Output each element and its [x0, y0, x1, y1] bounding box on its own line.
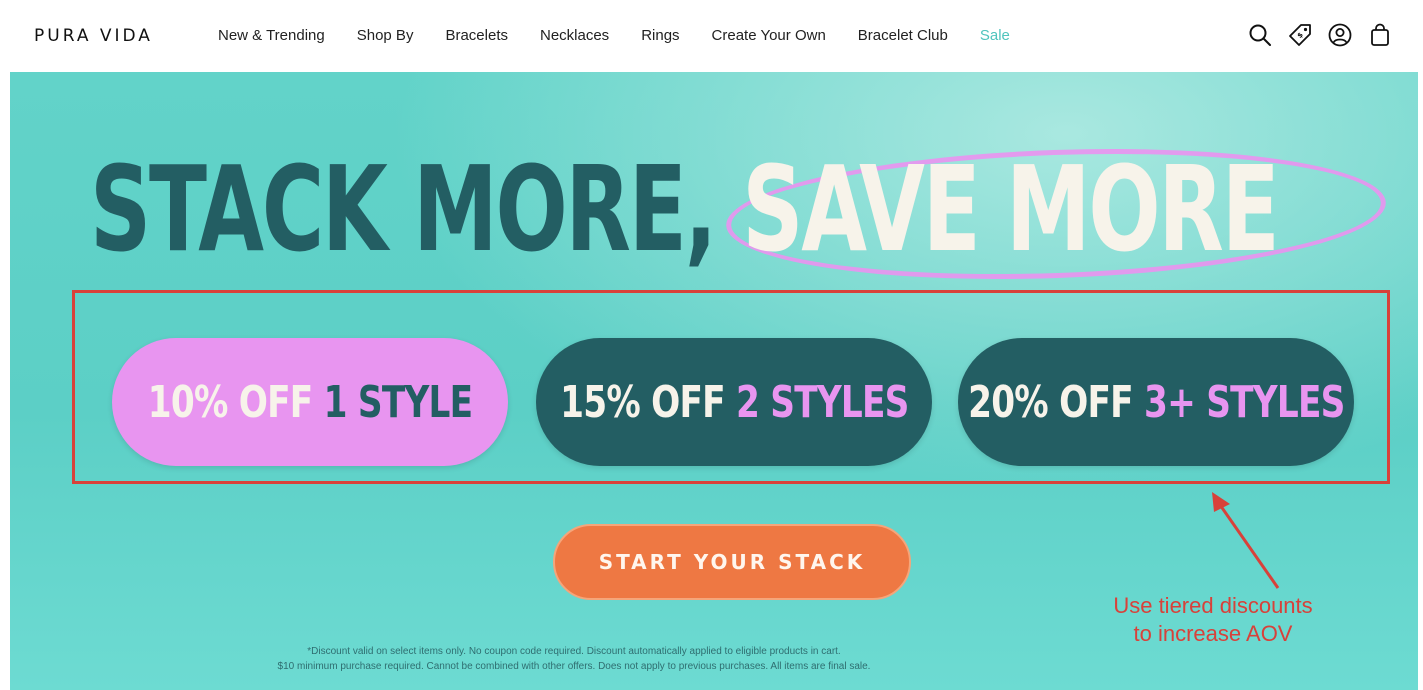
- svg-text:$: $: [1296, 31, 1305, 40]
- tier-2-styles-pill: 15% OFF 2 STYLES: [536, 338, 932, 466]
- headline-stack-more: STACK MORE,: [90, 140, 717, 278]
- hero-headline: STACK MORE, SAVE MORE: [90, 134, 1280, 284]
- nav-create-your-own[interactable]: Create Your Own: [712, 27, 826, 44]
- tier-2-quantity: 2 STYLES: [735, 376, 909, 428]
- search-icon[interactable]: [1247, 22, 1273, 48]
- annotation-note: Use tiered discounts to increase AOV: [1078, 592, 1348, 648]
- tier-2-discount: 15% OFF: [559, 376, 725, 428]
- site-header: PURA VIDA New & Trending Shop By Bracele…: [0, 0, 1423, 72]
- nav-rings[interactable]: Rings: [641, 27, 679, 44]
- nav-new-trending[interactable]: New & Trending: [218, 27, 325, 44]
- tier-1-quantity: 1 STYLE: [323, 376, 473, 428]
- cart-icon[interactable]: [1367, 22, 1393, 48]
- nav-bracelets[interactable]: Bracelets: [445, 27, 508, 44]
- main-nav: New & Trending Shop By Bracelets Necklac…: [218, 27, 1042, 44]
- annotation-arrow-icon: [1212, 492, 1280, 589]
- annotation-line-1: Use tiered discounts: [1113, 593, 1313, 618]
- account-icon[interactable]: [1327, 22, 1353, 48]
- headline-save-more: SAVE MORE: [742, 140, 1279, 278]
- tier-1-discount: 10% OFF: [147, 376, 313, 428]
- disclaimer-line-2: $10 minimum purchase required. Cannot be…: [277, 661, 871, 672]
- nav-bracelet-club[interactable]: Bracelet Club: [858, 27, 948, 44]
- tier-3-quantity: 3+ STYLES: [1143, 376, 1345, 428]
- disclaimer-line-1: *Discount valid on select items only. No…: [307, 646, 841, 657]
- tier-1-style-pill: 10% OFF 1 STYLE: [112, 338, 508, 466]
- tier-3-discount: 20% OFF: [967, 376, 1133, 428]
- tier-3-styles-pill: 20% OFF 3+ STYLES: [958, 338, 1354, 466]
- header-icons: $: [1247, 22, 1393, 48]
- nav-sale[interactable]: Sale: [980, 27, 1010, 44]
- start-your-stack-button[interactable]: START YOUR STACK: [553, 524, 911, 600]
- promo-hero-banner: STACK MORE, SAVE MORE 10% OFF 1 STYLE 15…: [10, 72, 1418, 690]
- nav-shop-by[interactable]: Shop By: [357, 27, 414, 44]
- discount-disclaimer: *Discount valid on select items only. No…: [10, 644, 1138, 674]
- nav-necklaces[interactable]: Necklaces: [540, 27, 609, 44]
- brand-logo[interactable]: PURA VIDA: [34, 26, 153, 46]
- rewards-tag-icon[interactable]: $: [1287, 22, 1313, 48]
- annotation-line-2: to increase AOV: [1133, 621, 1293, 646]
